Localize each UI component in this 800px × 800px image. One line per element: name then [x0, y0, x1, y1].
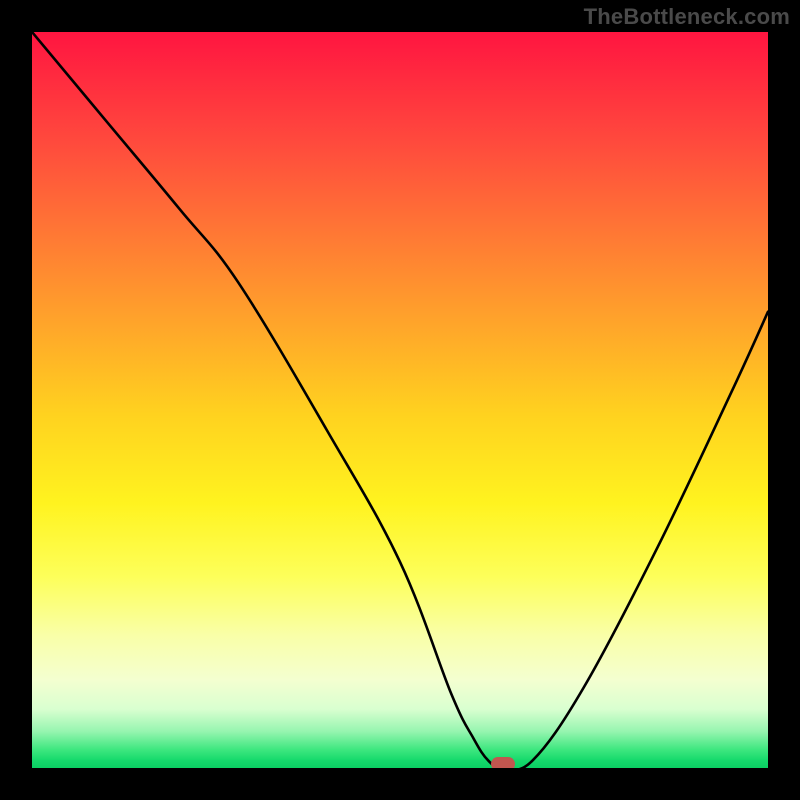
optimal-marker: [491, 757, 515, 768]
chart-frame: TheBottleneck.com: [0, 0, 800, 800]
plot-area: [32, 32, 768, 768]
watermark-text: TheBottleneck.com: [584, 4, 790, 30]
bottleneck-curve: [32, 32, 768, 768]
